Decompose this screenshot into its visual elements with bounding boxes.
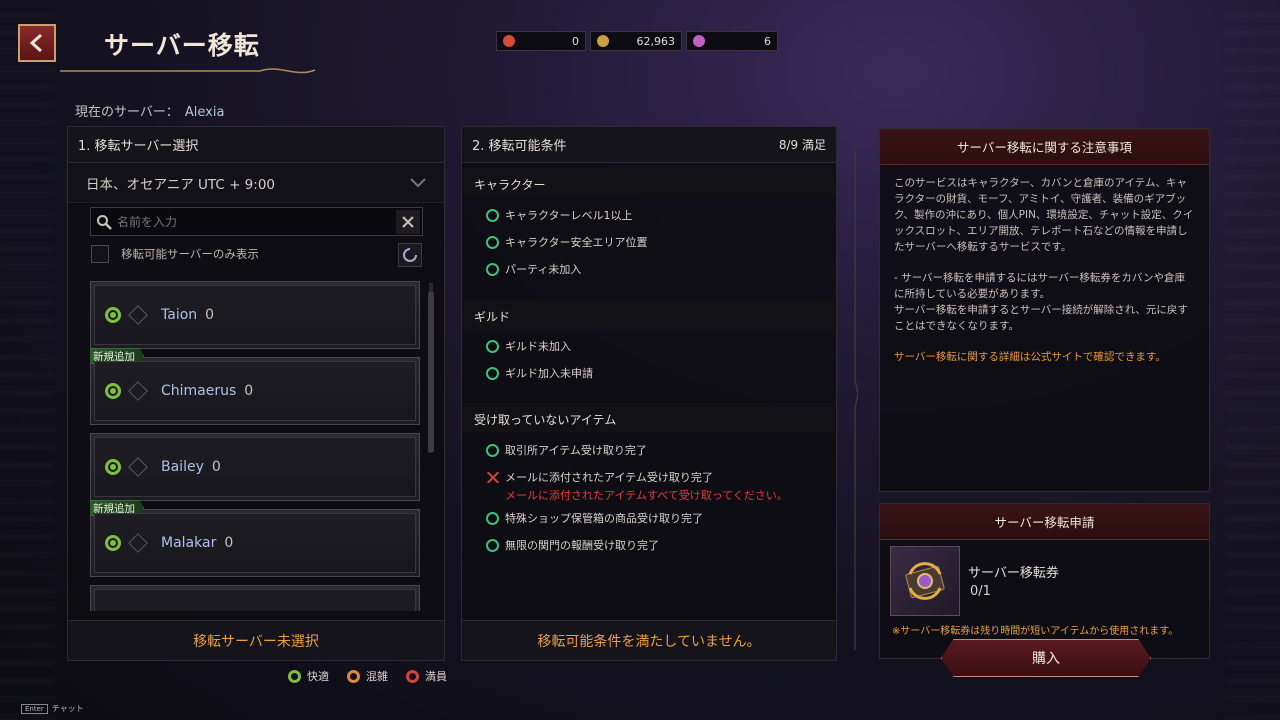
gold-coin-icon: [597, 35, 609, 47]
status-good-icon: [105, 459, 121, 475]
section-title-guild: ギルド: [474, 310, 511, 324]
panel-title: サーバー移転に関する注意事項: [880, 129, 1209, 165]
notice-panel: サーバー移転に関する注意事項 このサービスはキャラクター、カバンと倉庫のアイテム…: [879, 128, 1210, 492]
status-good-icon: [105, 383, 121, 399]
conditions-status: 移転可能条件を満たしていません。: [462, 620, 836, 660]
notice-text: このサービスはキャラクター、カバンと倉庫のアイテム、キャラクターの財貨、モーフ、…: [894, 177, 1194, 363]
server-item-partial[interactable]: [90, 585, 420, 611]
ticket-red-icon: [503, 35, 515, 47]
condition-item: キャラクターレベル1以上: [486, 207, 633, 223]
transfer-ticket-icon: [905, 562, 945, 600]
timezone-dropdown[interactable]: 日本、オセアニア UTC + 9:00: [68, 163, 444, 203]
check-ok-icon: [486, 443, 499, 457]
ticket-count: 0/1: [970, 584, 991, 599]
page-title: サーバー移転: [104, 31, 260, 60]
diamond-icon: [128, 305, 148, 325]
check-ok-icon: [486, 538, 499, 552]
status-good-icon: [105, 307, 121, 323]
currency-ticket: 0: [496, 31, 586, 51]
search-input[interactable]: [117, 214, 396, 229]
chat-hint: Enter チャット: [21, 703, 84, 714]
condition-item: ギルド加入未申請: [486, 365, 593, 381]
right-ornament: [1225, 0, 1280, 720]
currency-bar: 0 62,963 6: [496, 31, 778, 51]
panel-divider: [854, 150, 858, 650]
transfer-request-panel: サーバー移転申請 サーバー移転券 0/1 ※サーバー移転券は残り時間が短いアイテ…: [879, 503, 1210, 659]
condition-item: 取引所アイテム受け取り完了: [486, 442, 647, 458]
condition-item: キャラクター安全エリア位置: [486, 234, 648, 250]
server-item-bailey[interactable]: Bailey 0: [90, 433, 420, 501]
section-title-character: キャラクター: [474, 178, 546, 192]
condition-item: 特殊ショップ保管箱の商品受け取り完了: [486, 510, 703, 526]
panel-title: サーバー移転申請: [880, 504, 1209, 540]
enter-key: Enter: [21, 703, 48, 714]
clear-search-button[interactable]: [396, 209, 420, 234]
title-underline: [60, 68, 316, 74]
transfer-ticket-item[interactable]: [890, 546, 960, 616]
check-ok-icon: [486, 208, 499, 222]
check-ok-icon: [486, 511, 499, 525]
status-full-icon: [406, 669, 419, 683]
close-icon: [402, 215, 414, 228]
conditions-panel: 2. 移転可能条件 8/9 満足 キャラクター キャラクターレベル1以上 キャラ…: [461, 126, 837, 661]
currency-gem: 6: [686, 31, 778, 51]
server-item-malakar[interactable]: 新規追加 Malakar 0: [90, 500, 420, 577]
purple-gem-icon: [693, 35, 705, 47]
panel-title: 2. 移転可能条件 8/9 満足: [462, 127, 836, 163]
ticket-note: ※サーバー移転券は残り時間が短いアイテムから使用されます。: [892, 626, 1179, 637]
status-good-icon: [288, 669, 301, 683]
server-list: Taion 0 新規追加 Chimaerus 0 Bailey 0 新規追加 M…: [90, 281, 420, 611]
condition-fail-note: メールに添付されたアイテムすべて受け取ってください。: [505, 489, 788, 502]
filter-available-toggle[interactable]: 移転可能サーバーのみ表示: [91, 245, 259, 263]
check-ok-icon: [486, 339, 499, 353]
condition-item-failed: メールに添付されたアイテム受け取り完了: [486, 469, 713, 485]
diamond-icon: [128, 533, 148, 553]
current-server: 現在のサーバー： Alexia: [75, 105, 225, 120]
currency-gold: 62,963: [590, 31, 682, 51]
back-button[interactable]: [18, 24, 56, 62]
scrollbar-thumb[interactable]: [428, 292, 434, 452]
chevron-down-icon: [410, 177, 426, 187]
buy-button[interactable]: 購入: [941, 639, 1151, 677]
diamond-icon: [128, 381, 148, 401]
server-select-panel: 1. 移転サーバー選択 日本、オセアニア UTC + 9:00 移転可能サーバー…: [67, 126, 445, 661]
check-ok-icon: [486, 262, 499, 276]
condition-item: 無限の関門の報酬受け取り完了: [486, 537, 659, 553]
server-select-status: 移転サーバー未選択: [68, 620, 444, 660]
check-ok-icon: [486, 366, 499, 380]
panel-title: 1. 移転サーバー選択: [68, 127, 444, 163]
back-arrow-icon: [29, 33, 42, 53]
status-good-icon: [105, 535, 121, 551]
diamond-icon: [128, 457, 148, 477]
refresh-button[interactable]: [398, 243, 422, 267]
server-item-chimaerus[interactable]: 新規追加 Chimaerus 0: [90, 348, 420, 425]
ticket-name: サーバー移転券: [968, 566, 1059, 581]
conditions-count: 8/9 満足: [778, 138, 826, 152]
refresh-icon: [403, 248, 417, 262]
check-ok-icon: [486, 235, 499, 249]
condition-item: パーティ未加入: [486, 261, 581, 277]
search-icon: [91, 209, 117, 235]
left-ornament: [0, 0, 55, 720]
server-status-legend: 快適 混雑 満員: [288, 668, 447, 684]
status-busy-icon: [347, 669, 360, 683]
section-title-items: 受け取っていないアイテム: [474, 413, 617, 427]
cross-fail-icon: [486, 471, 499, 484]
server-item-taion[interactable]: Taion 0: [90, 281, 420, 349]
condition-item: ギルド未加入: [486, 338, 571, 354]
filter-checkbox[interactable]: [91, 245, 109, 263]
server-search: [90, 207, 423, 236]
